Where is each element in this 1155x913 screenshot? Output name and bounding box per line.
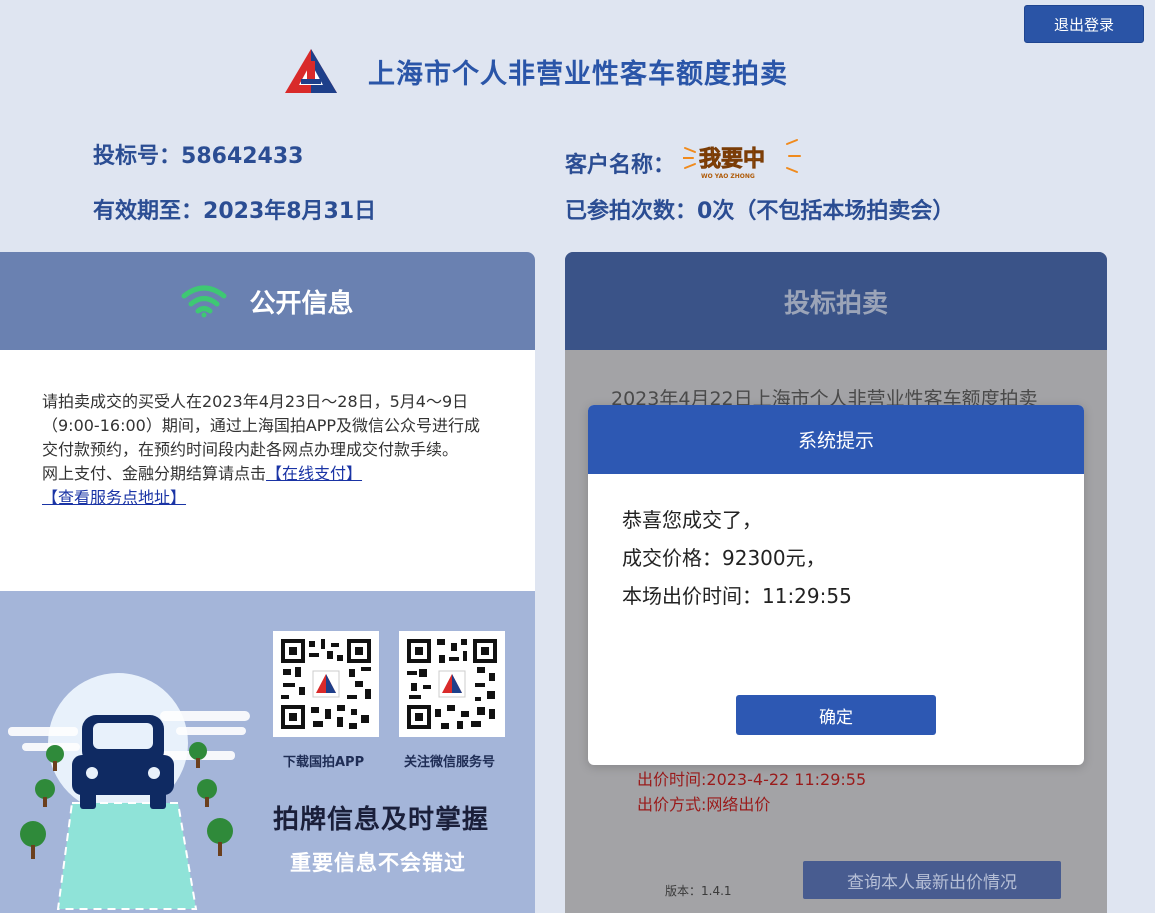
bid-number-label: 投标号：	[93, 144, 182, 169]
valid-until-value: 2023年8月31日	[203, 199, 377, 224]
public-info-title: 公开信息	[249, 288, 354, 319]
public-info-header: 公开信息	[0, 252, 535, 350]
qr-code-icon	[279, 637, 373, 731]
participation-label: 已参拍次数：	[565, 199, 698, 224]
dialog-body: 恭喜您成交了， 成交价格：92300元， 本场出价时间：11:29:55	[622, 501, 852, 615]
promo-main-slogan: 拍牌信息及时掌握	[273, 805, 490, 835]
system-prompt-dialog: 系统提示 恭喜您成交了， 成交价格：92300元， 本场出价时间：11:29:5…	[588, 405, 1084, 765]
qr-app-caption: 下载国拍APP	[283, 755, 365, 770]
query-latest-bid-button[interactable]: 查询本人最新出价情况	[803, 861, 1061, 899]
dialog-line-congrats: 恭喜您成交了，	[622, 508, 762, 532]
bid-number-value: 58642433	[181, 144, 304, 169]
qr-wechat-caption: 关注微信服务号	[404, 755, 496, 770]
public-info-panel: 公开信息 请拍卖成交的买受人在2023年4月23日～28日，5月4～9日（9:0…	[0, 252, 535, 913]
online-pay-prefix: 网上支付、金融分期结算请点击	[42, 464, 267, 483]
participation-count: 已参拍次数：0次（不包括本场拍卖会）	[565, 193, 954, 225]
valid-until: 有效期至：2023年8月31日	[93, 193, 376, 225]
qr-code-app	[273, 631, 379, 737]
dialog-line-price: 成交价格：92300元，	[622, 546, 826, 570]
bid-time: 出价时间:2023-4-22 11:29:55	[637, 770, 867, 789]
auction-title: 投标拍卖	[783, 288, 888, 319]
service-address-link[interactable]: 【查看服务点地址】	[42, 488, 186, 507]
online-pay-link[interactable]: 【在线支付】	[266, 464, 362, 483]
qr-code-icon	[405, 637, 499, 731]
wifi-icon	[181, 285, 227, 318]
valid-until-label: 有效期至：	[93, 199, 204, 224]
qr-code-wechat	[399, 631, 505, 737]
logout-button[interactable]: 退出登录	[1024, 5, 1144, 43]
car-illustration	[8, 673, 250, 910]
promo-banner: 下载国拍APP 关注微信服务号 拍牌信息及时掌握 重要信息不会错过	[0, 591, 535, 913]
dialog-line-time: 本场出价时间：11:29:55	[622, 584, 852, 608]
guopai-logo-icon	[285, 49, 337, 93]
payment-notice: 请拍卖成交的买受人在2023年4月23日～28日，5月4～9日（9:00-16:…	[42, 390, 482, 510]
promo-sub-slogan: 重要信息不会错过	[290, 851, 466, 875]
notice-text: 请拍卖成交的买受人在2023年4月23日～28日，5月4～9日（9:00-16:…	[42, 392, 481, 459]
bid-number: 投标号：58642433	[93, 138, 303, 170]
participation-value: 0次（不包括本场拍卖会）	[697, 199, 955, 224]
version-label: 版本：1.4.1	[665, 884, 732, 898]
auction-header: 投标拍卖	[565, 252, 1107, 350]
app-title: 上海市个人非营业性客车额度拍卖	[368, 59, 788, 90]
dialog-title: 系统提示	[588, 405, 1084, 474]
customer-name-label: 客户名称：	[565, 153, 676, 178]
customer-logo-pinyin: WO YAO ZHONG	[701, 173, 755, 180]
dialog-ok-button[interactable]: 确定	[736, 695, 936, 735]
customer-name-logo: 我要中 WO YAO ZHONG	[683, 139, 802, 180]
customer-logo-text: 我要中	[699, 147, 765, 172]
bid-method: 出价方式:网络出价	[637, 795, 771, 814]
customer-name: 客户名称： 我要中 WO YAO ZHONG	[565, 138, 802, 188]
